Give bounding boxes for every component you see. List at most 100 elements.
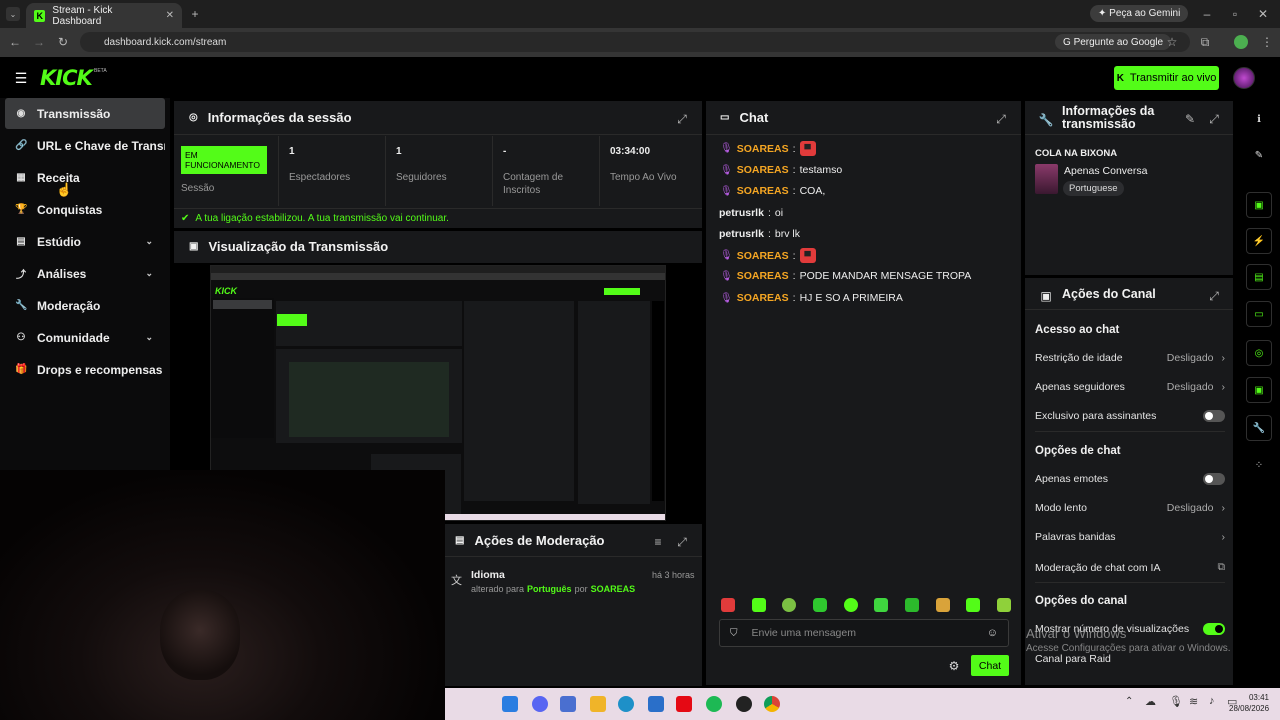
file-explorer-icon[interactable] [590, 696, 606, 712]
sidebar-item-transmissao[interactable]: ◉ Transmissão [5, 98, 165, 129]
expand-icon[interactable]: ⤢ [676, 112, 688, 127]
sidebar-item-moderacao[interactable]: 🔧 Moderação [5, 290, 165, 321]
age-restriction-row[interactable]: Restrição de idade Desligado › [1035, 352, 1225, 364]
video-panel-icon[interactable]: ▣ [1246, 192, 1272, 218]
emote-wave-icon[interactable] [996, 598, 1011, 612]
netflix-icon[interactable] [676, 696, 692, 712]
bookmark-star-icon[interactable]: ☆ [1165, 35, 1179, 49]
emote-kick-icon[interactable] [874, 598, 889, 612]
stat-live-time: 03:34:00 Tempo Ao Vivo [599, 136, 702, 206]
emote-face-icon[interactable] [935, 598, 950, 612]
filter-icon[interactable]: ≡ [652, 535, 664, 549]
wifi-icon[interactable]: ≋ [1189, 695, 1198, 708]
target-panel-icon[interactable]: ◎ [1246, 340, 1272, 366]
chat-message: petrusrlk: oi [719, 207, 784, 219]
chat-panel-icon[interactable]: ▭ [1246, 301, 1272, 327]
followers-only-row[interactable]: Apenas seguidores Desligado › [1035, 381, 1225, 393]
start-icon[interactable] [502, 696, 518, 712]
discord-icon[interactable] [532, 696, 548, 712]
tab-search-icon[interactable]: ⌄ [6, 7, 20, 21]
expand-icon[interactable]: ⤢ [676, 535, 688, 550]
obs-icon[interactable] [736, 696, 752, 712]
maximize-icon[interactable]: ▫ [1228, 7, 1242, 21]
close-window-icon[interactable]: ✕ [1256, 7, 1270, 21]
emote-thumb-icon[interactable] [966, 598, 981, 612]
emotes-only-toggle[interactable] [1203, 473, 1225, 485]
ai-moderation-row[interactable]: Moderação de chat com IA ⧉ [1035, 561, 1225, 574]
expand-icon[interactable]: ⤢ [1208, 112, 1220, 127]
new-tab-icon[interactable]: + [188, 7, 202, 21]
kick-logo[interactable]: KICK [40, 66, 93, 90]
profile-avatar[interactable] [1234, 35, 1248, 49]
chrome-icon[interactable] [764, 696, 780, 712]
sidebar-item-conquistas[interactable]: 🏆 Conquistas [5, 194, 165, 225]
sidebar-item-analises[interactable]: ⤴ Análises ⌄ [5, 258, 165, 289]
reload-icon[interactable]: ↻ [56, 35, 70, 49]
gemini-button[interactable]: ✦ Peça ao Gemini [1090, 5, 1189, 22]
list-panel-icon[interactable]: ▤ [1246, 264, 1272, 290]
browser-tab[interactable]: K Stream - Kick Dashboard ✕ [26, 3, 182, 28]
volume-icon[interactable]: ♪ [1209, 695, 1215, 707]
microphone-icon[interactable]: 🎙 [1169, 695, 1183, 708]
outlook-icon[interactable] [648, 696, 664, 712]
spotify-icon[interactable] [706, 696, 722, 712]
expand-icon[interactable]: ⤢ [1208, 289, 1220, 304]
minimize-icon[interactable]: – [1200, 7, 1214, 21]
back-icon[interactable]: ← [8, 35, 22, 49]
emote-round-icon[interactable] [843, 598, 858, 612]
chat-username[interactable]: SOAREAS [737, 250, 789, 262]
category-thumbnail[interactable] [1035, 164, 1058, 194]
chat-username[interactable]: petrusrlk [719, 228, 764, 240]
emote-hand-icon[interactable] [904, 598, 919, 612]
emote-ball-icon[interactable] [782, 598, 797, 612]
emote-angry-icon[interactable] [721, 598, 735, 612]
chat-username[interactable]: SOAREAS [737, 292, 789, 304]
forward-icon[interactable]: → [32, 35, 46, 49]
info-icon[interactable]: ℹ [1246, 106, 1272, 132]
hamburger-menu-icon[interactable]: ☰ [14, 70, 28, 87]
chat-input[interactable]: ⛉ Envie uma mensagem ☺ [719, 619, 1009, 647]
channel-panel-icon[interactable]: ▣ [1246, 377, 1272, 403]
chat-username[interactable]: SOAREAS [737, 164, 789, 176]
user-avatar[interactable] [1233, 67, 1255, 89]
close-tab-icon[interactable]: ✕ [166, 10, 174, 21]
tray-chevron-icon[interactable]: ⌃ [1125, 696, 1133, 707]
moderation-actions-title: Ações de Moderação [474, 533, 605, 548]
emoji-icon[interactable]: ☺ [987, 627, 998, 639]
banned-words-row[interactable]: Palavras banidas › [1035, 531, 1225, 543]
subscribers-only-toggle[interactable] [1203, 410, 1225, 422]
edit-pencil-icon[interactable]: ✎ [1184, 112, 1196, 126]
emote-frog-icon[interactable] [812, 598, 827, 612]
wrench-panel-icon[interactable]: 🔧 [1246, 415, 1272, 441]
url-bar[interactable]: dashboard.kick.com/stream [80, 32, 1190, 52]
chat-username[interactable]: petrusrlk [719, 207, 764, 219]
slow-mode-row[interactable]: Modo lento Desligado › [1035, 502, 1225, 514]
edge-icon[interactable] [618, 696, 634, 712]
expand-icon[interactable]: ⤢ [995, 112, 1007, 127]
category-name[interactable]: Apenas Conversa [1064, 165, 1147, 177]
raid-channel-label[interactable]: Canal para Raid [1035, 653, 1111, 665]
sidebar-item-comunidade[interactable]: ⚇ Comunidade ⌄ [5, 322, 165, 353]
show-views-toggle[interactable] [1203, 623, 1225, 635]
chat-username[interactable]: SOAREAS [737, 143, 789, 155]
sidebar-item-receita[interactable]: ▦ Receita [5, 162, 165, 193]
emote-green-icon[interactable] [751, 598, 766, 612]
cloud-icon[interactable]: ☁ [1145, 695, 1156, 708]
sidebar-item-estudio[interactable]: ▤ Estúdio ⌄ [5, 226, 165, 257]
sidebar-item-url-chave[interactable]: 🔗 URL e Chave de Transmissão [5, 130, 165, 161]
go-live-button[interactable]: K Transmitir ao vivo [1114, 66, 1219, 90]
browser-menu-icon[interactable]: ⋮ [1260, 35, 1274, 49]
app-icon[interactable] [560, 696, 576, 712]
extensions-icon[interactable]: ⧉ [1198, 35, 1212, 50]
edit-pencil-icon[interactable]: ✎ [1246, 142, 1272, 168]
sidebar-item-drops[interactable]: 🎁 Drops e recompensas [5, 354, 165, 385]
shield-icon[interactable]: ⛉ [730, 628, 738, 639]
chat-send-button[interactable]: Chat [971, 655, 1009, 676]
settings-gear-icon[interactable]: ⚙ [948, 659, 960, 673]
chat-username[interactable]: SOAREAS [737, 270, 789, 282]
add-widget-icon[interactable]: ⁘ [1246, 452, 1272, 478]
chat-username[interactable]: SOAREAS [737, 185, 789, 197]
lightning-icon[interactable]: ⚡ [1246, 228, 1272, 254]
clock[interactable]: 03:41 28/08/2026 [1229, 692, 1269, 714]
ask-google-button[interactable]: G Pergunte ao Google [1055, 34, 1172, 50]
